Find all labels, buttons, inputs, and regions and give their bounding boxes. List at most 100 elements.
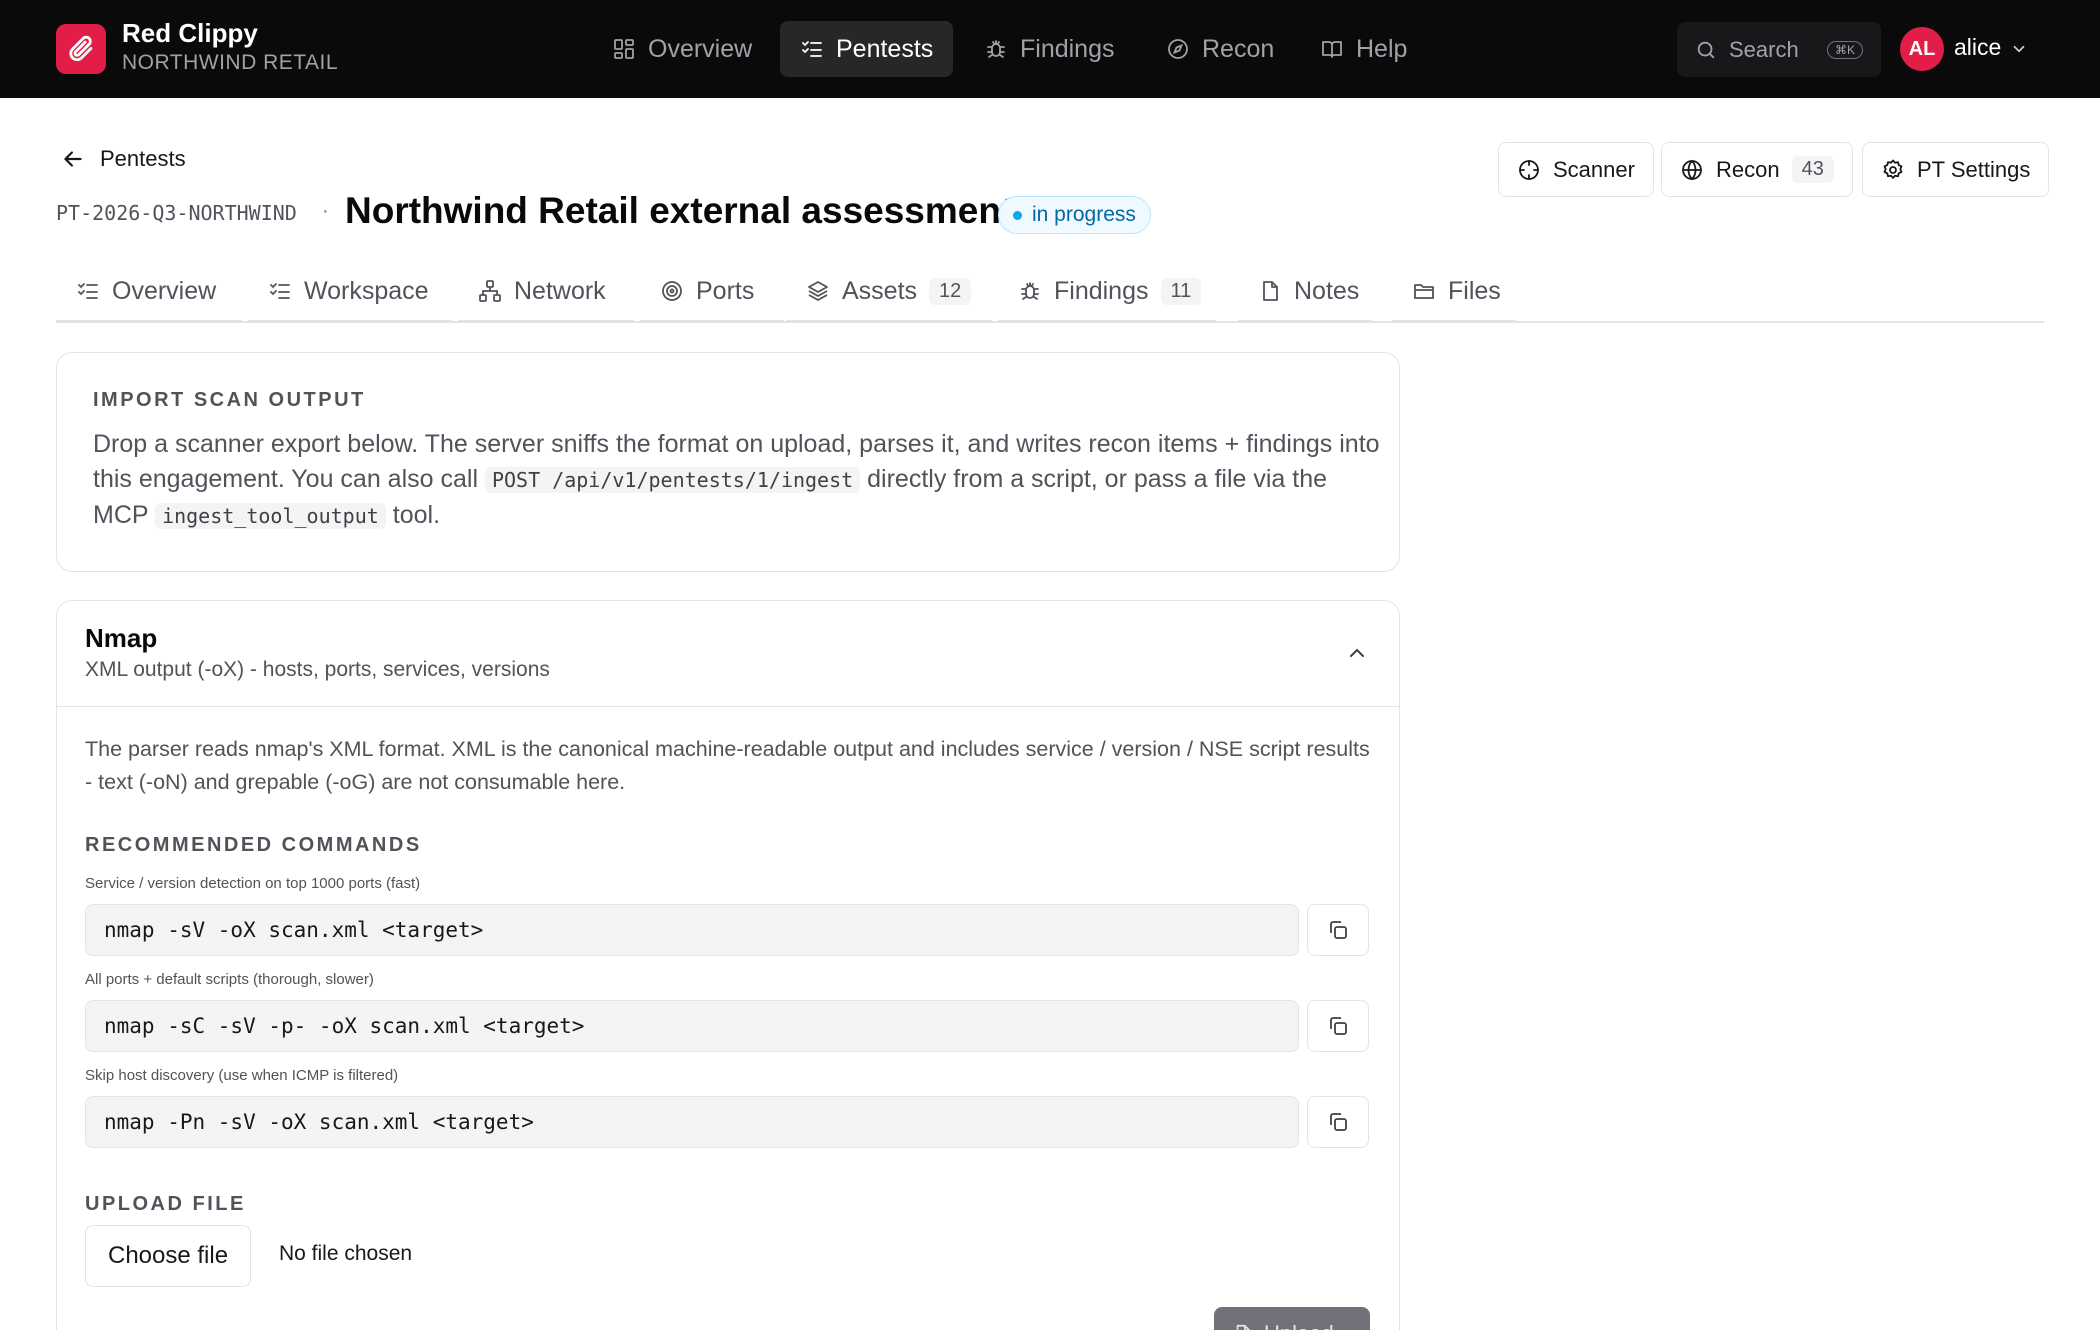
tab-label: Files xyxy=(1448,276,1501,305)
choose-file-button[interactable]: Choose file xyxy=(85,1225,252,1287)
tab-label: Overview xyxy=(112,276,217,305)
command-text[interactable]: nmap -sV -oX scan.xml <target> xyxy=(85,904,1299,956)
chevron-up-icon[interactable] xyxy=(1345,641,1369,665)
import-desc-text: tool. xyxy=(385,501,441,529)
nav-item-label: Recon xyxy=(1202,34,1275,63)
status-badge: in progress xyxy=(998,196,1151,234)
command-label: Skip host discovery (use when ICMP is fi… xyxy=(85,1067,399,1084)
nmap-subtitle: XML output (-oX) - hosts, ports, service… xyxy=(85,658,550,681)
back-link-label: Pentests xyxy=(100,146,186,171)
avatar[interactable]: AL xyxy=(1900,27,1944,71)
copy-button[interactable] xyxy=(1307,1096,1369,1148)
nav-item-findings[interactable]: Findings xyxy=(964,21,1135,77)
command-label: Service / version detection on top 1000 … xyxy=(85,875,421,892)
network-icon xyxy=(478,279,502,303)
globe-icon xyxy=(1680,158,1704,182)
recon-button[interactable]: Recon 43 xyxy=(1661,142,1853,197)
nav-item-pentests[interactable]: Pentests xyxy=(780,21,954,77)
tab-label: Workspace xyxy=(304,276,429,305)
nav-item-help[interactable]: Help xyxy=(1300,21,1427,77)
radar-icon xyxy=(660,279,684,303)
separator: · xyxy=(322,200,329,222)
parser-description: The parser reads nmap's XML format. XML … xyxy=(85,737,1370,794)
chevron-down-icon[interactable] xyxy=(2010,40,2028,58)
copy-icon xyxy=(1326,918,1350,942)
tab-label: Network xyxy=(514,276,606,305)
bug-icon xyxy=(1018,279,1042,303)
tab-label: Assets xyxy=(842,276,918,305)
org-name: NORTHWIND RETAIL xyxy=(122,51,339,74)
global-search-button[interactable]: Search ⌘K xyxy=(1677,22,1881,77)
copy-button[interactable] xyxy=(1307,1000,1369,1052)
checklist-icon xyxy=(76,279,100,303)
search-label: Search xyxy=(1729,36,1799,62)
tab-label: Ports xyxy=(696,276,755,305)
mcp-tool-code: ingest_tool_output xyxy=(155,503,386,529)
file-status: No file chosen xyxy=(279,1242,413,1265)
tab-network[interactable]: Network xyxy=(458,262,634,322)
command-text[interactable]: nmap -Pn -sV -oX scan.xml <target> xyxy=(85,1096,1299,1148)
page-title: Northwind Retail external assessment xyxy=(345,190,1014,231)
user-name[interactable]: alice xyxy=(1954,34,2001,61)
import-scan-card: IMPORT SCAN OUTPUT Drop a scanner export… xyxy=(56,352,1400,572)
pt-settings-button[interactable]: PT Settings xyxy=(1862,142,2050,197)
compass-icon xyxy=(1166,37,1190,61)
tab-overview[interactable]: Overview xyxy=(56,262,242,322)
ingest-endpoint-code: POST /api/v1/pentests/1/ingest xyxy=(484,467,861,493)
nav-item-label: Pentests xyxy=(836,34,934,63)
findings-count-badge: 11 xyxy=(1160,277,1202,305)
upload-icon xyxy=(1232,1323,1254,1330)
folder-icon xyxy=(1412,279,1436,303)
tab-assets[interactable]: Assets 12 xyxy=(786,262,992,322)
status-label: in progress xyxy=(1032,203,1136,226)
pt-settings-label: PT Settings xyxy=(1917,156,2031,182)
nav-item-overview[interactable]: Overview xyxy=(592,21,772,77)
scanner-button[interactable]: Scanner xyxy=(1498,142,1654,197)
status-dot-icon xyxy=(1013,210,1022,220)
import-title: IMPORT SCAN OUTPUT xyxy=(93,389,366,411)
upload-button-label: Upload xyxy=(1264,1321,1334,1330)
assets-count-badge: 12 xyxy=(929,277,972,305)
tab-workspace[interactable]: Workspace xyxy=(248,262,452,322)
tab-ports[interactable]: Ports xyxy=(640,262,784,322)
nav-item-label: Findings xyxy=(1020,34,1115,63)
tab-label: Findings xyxy=(1054,276,1149,305)
copy-button[interactable] xyxy=(1307,904,1369,956)
search-icon xyxy=(1695,39,1717,61)
nmap-card-header[interactable]: Nmap XML output (-oX) - hosts, ports, se… xyxy=(57,601,1399,707)
gear-icon xyxy=(1881,158,1905,182)
upload-button[interactable]: Upload xyxy=(1214,1307,1370,1330)
file-icon xyxy=(1258,279,1282,303)
checklist-icon xyxy=(800,37,824,61)
bug-icon xyxy=(984,37,1008,61)
recommended-commands-title: RECOMMENDED COMMANDS xyxy=(85,834,422,856)
tab-findings[interactable]: Findings 11 xyxy=(998,262,1216,322)
book-icon xyxy=(1320,37,1344,61)
upload-file-title: UPLOAD FILE xyxy=(85,1193,246,1215)
copy-icon xyxy=(1326,1014,1350,1038)
tab-label: Notes xyxy=(1294,276,1360,305)
grid-icon xyxy=(612,37,636,61)
checklist-icon xyxy=(268,279,292,303)
crosshair-icon xyxy=(1517,158,1541,182)
command-label: All ports + default scripts (thorough, s… xyxy=(85,971,374,988)
nmap-title: Nmap xyxy=(85,623,158,653)
copy-icon xyxy=(1326,1110,1350,1134)
tab-notes[interactable]: Notes xyxy=(1238,262,1372,322)
nav-item-label: Help xyxy=(1356,34,1408,63)
import-description: Drop a scanner export below. The server … xyxy=(93,427,1383,534)
nav-item-label: Overview xyxy=(648,34,753,63)
tab-files[interactable]: Files xyxy=(1392,262,1516,322)
back-to-pentests-link[interactable]: Pentests xyxy=(60,146,186,172)
top-nav-bar: Red Clippy NORTHWIND RETAIL Overview Pen… xyxy=(0,0,2100,98)
nmap-card: Nmap XML output (-oX) - hosts, ports, se… xyxy=(56,600,1400,1330)
pentest-id: PT-2026-Q3-NORTHWIND xyxy=(56,201,297,225)
search-shortcut: ⌘K xyxy=(1826,40,1863,59)
app-logo-paperclip-icon[interactable] xyxy=(56,24,106,74)
layers-icon xyxy=(806,279,830,303)
scanner-button-label: Scanner xyxy=(1553,156,1635,182)
nav-item-recon[interactable]: Recon xyxy=(1146,21,1294,77)
command-text[interactable]: nmap -sC -sV -p- -oX scan.xml <target> xyxy=(85,1000,1299,1052)
app-name: Red Clippy xyxy=(122,18,258,48)
recon-button-label: Recon xyxy=(1716,156,1780,182)
